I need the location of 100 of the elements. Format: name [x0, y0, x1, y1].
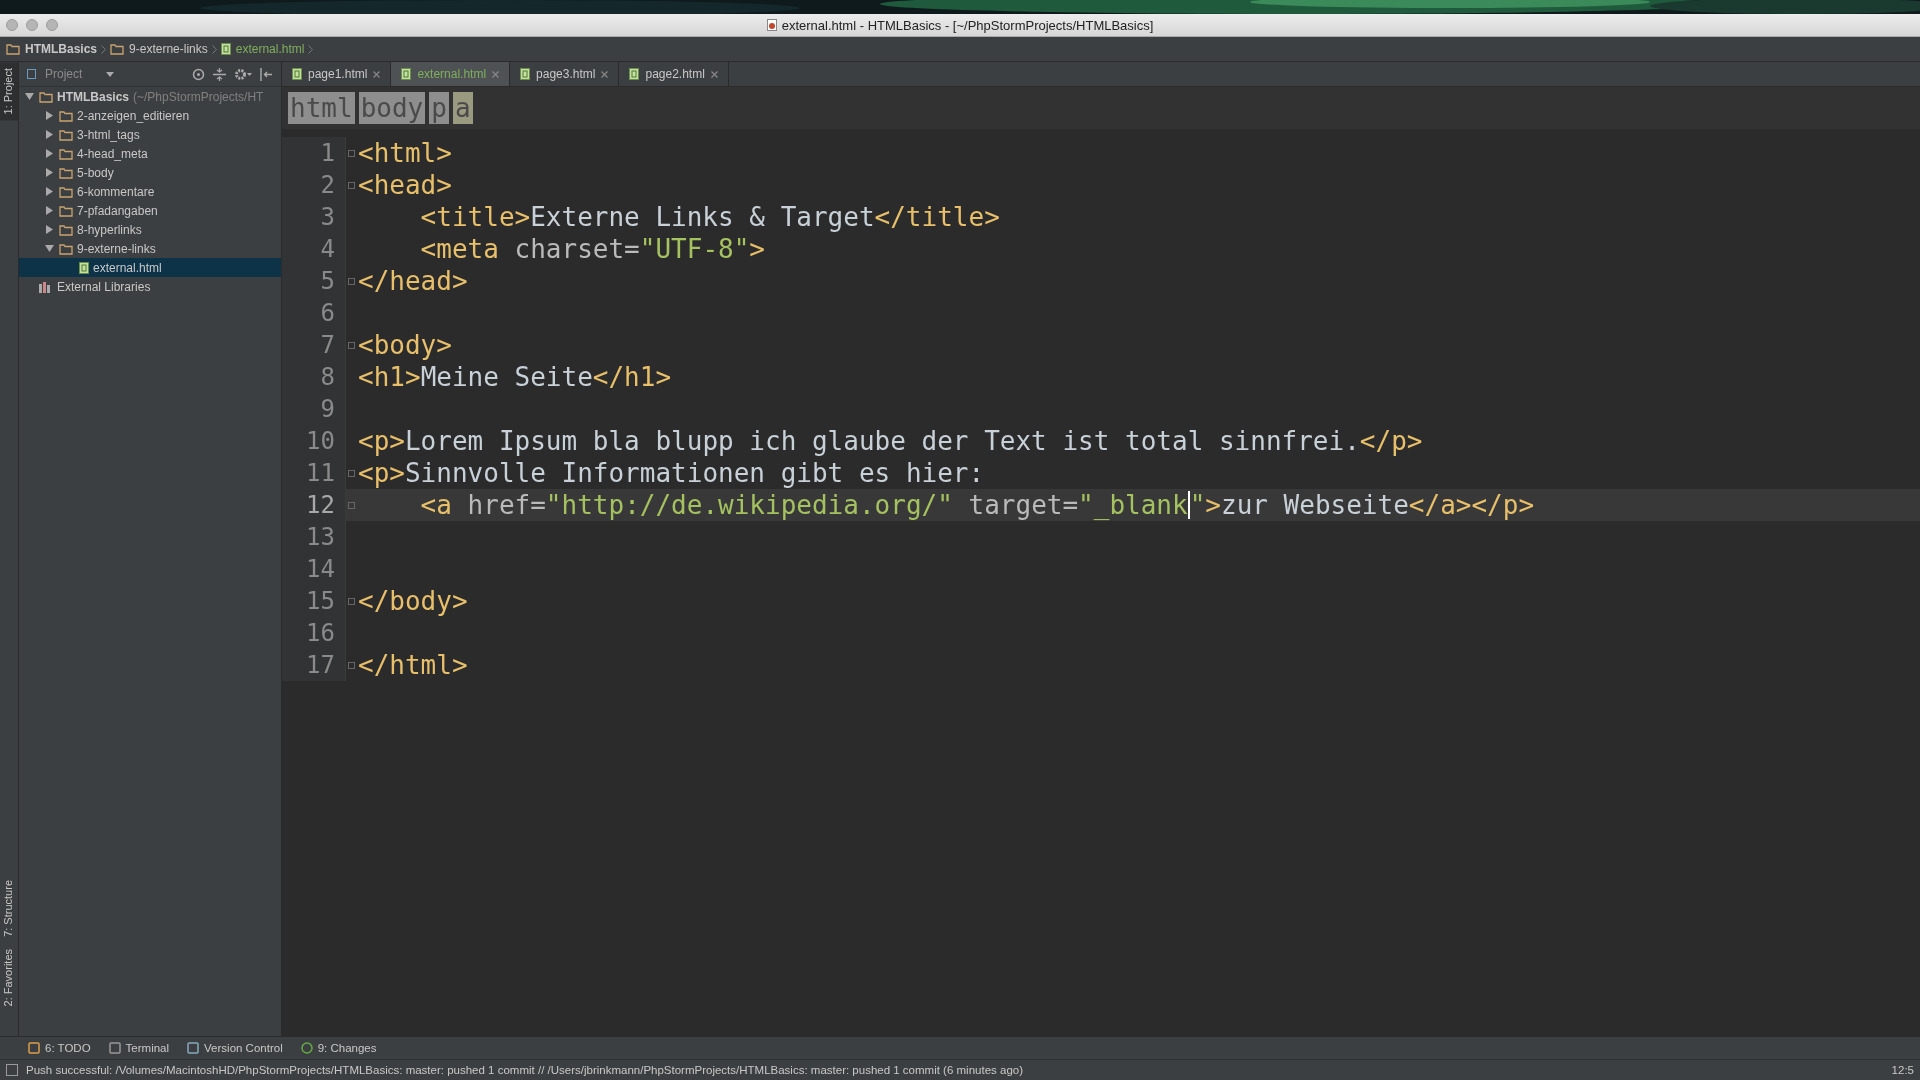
breadcrumb-item[interactable]: external.html	[220, 42, 305, 56]
settings-icon[interactable]	[234, 67, 252, 81]
tree-item[interactable]: 2-anzeigen_editieren	[19, 106, 281, 125]
tree-item[interactable]: 7-pfadangaben	[19, 201, 281, 220]
tree-item[interactable]: 9-externe-links	[19, 239, 281, 258]
collapsed-arrow-icon[interactable]	[44, 168, 54, 177]
fold-marker-icon[interactable]	[347, 341, 355, 349]
tree-item[interactable]: 8-hyperlinks	[19, 220, 281, 239]
panel-toggle-icon[interactable]	[6, 1064, 18, 1076]
line-number: 8	[320, 363, 335, 391]
folder-icon	[59, 166, 73, 179]
html-file-icon	[79, 261, 89, 274]
code-line: <h1>Meine Seite</h1>	[358, 362, 672, 392]
chevron-icon	[101, 44, 107, 54]
expanded-arrow-icon[interactable]	[24, 92, 34, 101]
line-number: 7	[320, 331, 335, 359]
tree-item[interactable]: 3-html_tags	[19, 125, 281, 144]
tool-window-button[interactable]: 9: Changes	[300, 1042, 377, 1054]
chevron-icon	[308, 44, 314, 54]
expanded-arrow-icon[interactable]	[44, 244, 54, 253]
html-file-icon	[629, 68, 640, 80]
code-line: <body>	[358, 330, 452, 360]
code-line: <p>Lorem Ipsum bla blupp ich glaube der Text ist total sinnfrei.</p>	[358, 426, 1423, 456]
folder-icon	[59, 147, 73, 160]
folder-icon	[6, 43, 20, 55]
folder-icon	[59, 204, 73, 217]
fold-marker-icon[interactable]	[347, 661, 355, 669]
folder-icon	[110, 43, 125, 55]
tree-item[interactable]: External Libraries	[19, 277, 281, 296]
line-number: 4	[320, 235, 335, 263]
tree-item[interactable]: 5-body	[19, 163, 281, 182]
tool-window-tab[interactable]: 2: Favorites	[0, 942, 18, 1012]
html-file-icon	[220, 43, 231, 55]
code-line: </head>	[358, 266, 468, 296]
fold-marker-icon[interactable]	[347, 149, 355, 157]
code-line: <head>	[358, 170, 452, 200]
line-number: 5	[320, 267, 335, 295]
html-file-icon	[401, 68, 412, 80]
library-icon	[39, 280, 53, 293]
folder-icon	[59, 128, 73, 141]
window-title: external.html - HTMLBasics - [~/PhpStormProjects/HTMLBasics]	[766, 17, 1154, 33]
tree-item[interactable]: 4-head_meta	[19, 144, 281, 163]
line-number: 13	[306, 523, 335, 551]
tree-item[interactable]: HTMLBasics (~/PhpStormProjects/HT	[19, 87, 281, 106]
collapsed-arrow-icon[interactable]	[44, 130, 54, 139]
collapsed-arrow-icon[interactable]	[44, 225, 54, 234]
breadcrumb-item[interactable]: 9-externe-links	[110, 42, 208, 56]
project-view-icon	[27, 69, 39, 79]
close-icon[interactable]	[710, 70, 718, 78]
tree-item[interactable]: 6-kommentare	[19, 182, 281, 201]
line-number: 2	[320, 171, 335, 199]
version-control-icon	[187, 1042, 200, 1054]
folder-icon	[59, 185, 73, 198]
cursor-position: 12:5	[1891, 1064, 1914, 1076]
collapsed-arrow-icon[interactable]	[44, 111, 54, 120]
collapsed-arrow-icon[interactable]	[44, 149, 54, 158]
line-number: 6	[320, 299, 335, 327]
tool-window-button[interactable]: 6: TODO	[28, 1042, 91, 1054]
close-icon[interactable]	[492, 70, 500, 78]
breadcrumb-item[interactable]: HTMLBasics	[6, 42, 98, 56]
fold-marker-icon[interactable]	[347, 277, 355, 285]
fold-marker-icon[interactable]	[347, 469, 355, 477]
line-number: 16	[306, 619, 335, 647]
terminal-icon	[108, 1042, 121, 1054]
locate-icon[interactable]	[192, 67, 205, 81]
chevron-icon	[211, 44, 217, 54]
close-window-button[interactable]	[6, 19, 18, 31]
folder-icon	[39, 90, 53, 103]
fold-marker-icon[interactable]	[347, 501, 355, 509]
line-number: 14	[306, 555, 335, 583]
folder-icon	[59, 242, 73, 255]
tool-window-button[interactable]: Version Control	[187, 1042, 283, 1054]
document-icon	[766, 19, 777, 31]
close-icon[interactable]	[601, 70, 609, 78]
code-line: <p>Sinnvolle Informationen gibt es hier:	[358, 458, 985, 488]
status-message: Push successful: /Volumes/MacintoshHD/PhpStormProjects/HTMLBasics: master: pushed 1 commit // /Users/jbrinkmann/PhpStormProjects/HTMLBasics: master: pushed 1 commit (6 minutes ago)	[26, 1064, 1025, 1076]
line-number: 9	[320, 395, 335, 423]
collapse-all-icon[interactable]	[213, 67, 226, 81]
tool-window-button[interactable]: Terminal	[108, 1042, 170, 1054]
collapsed-arrow-icon[interactable]	[44, 187, 54, 196]
code-line: </body>	[358, 586, 468, 616]
code-line: <meta charset="UTF-8">	[419, 234, 765, 264]
html-file-icon	[292, 68, 302, 80]
minimize-window-button[interactable]	[26, 19, 38, 31]
tool-window-tab[interactable]: 7: Structure	[0, 873, 18, 943]
zoom-window-button[interactable]	[46, 19, 58, 31]
tree-item[interactable]: external.html	[19, 258, 281, 277]
editor-tab[interactable]: page2.html	[619, 62, 729, 86]
line-number: 1	[320, 139, 335, 167]
hide-panel-icon[interactable]	[260, 67, 273, 81]
fold-marker-icon[interactable]	[347, 181, 355, 189]
tool-window-tab[interactable]: 1: Project	[0, 62, 18, 121]
html-file-icon	[520, 68, 531, 80]
collapsed-arrow-icon[interactable]	[44, 206, 54, 215]
line-number: 17	[306, 651, 335, 679]
line-number: 15	[306, 587, 335, 615]
close-icon[interactable]	[373, 70, 381, 78]
fold-marker-icon[interactable]	[347, 597, 355, 605]
code-line: <a href="http://de.wikipedia.org/" target="_blank">zur Webseite</a></p>	[419, 490, 1535, 520]
editor-tab[interactable]: page3.html	[510, 62, 620, 86]
